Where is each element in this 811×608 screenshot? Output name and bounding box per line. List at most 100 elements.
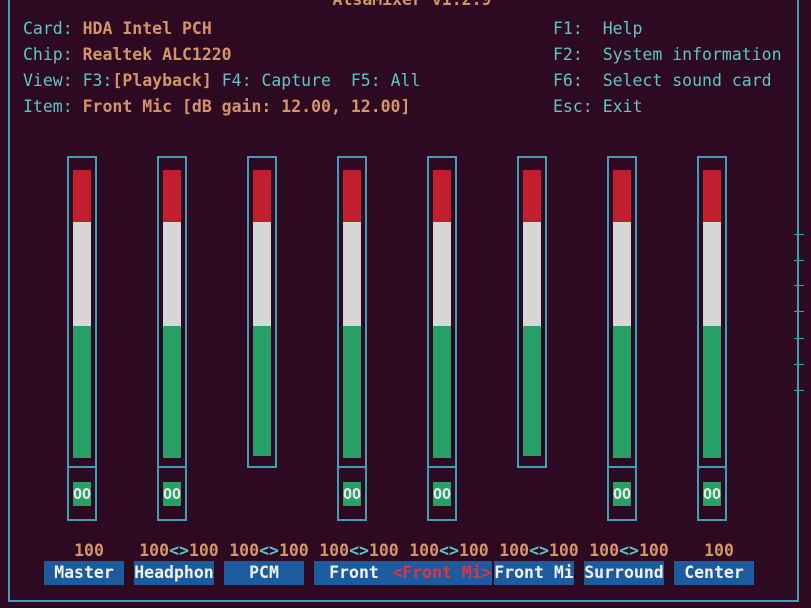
channel-front[interactable]: OO 100<>100 Front — [314, 156, 404, 600]
meter-low-segment — [433, 326, 451, 458]
level-separator: <> — [349, 541, 369, 560]
scroll-tick — [794, 338, 804, 339]
meter-high-segment — [433, 170, 451, 222]
mute-switch-box[interactable]: OO — [337, 468, 367, 521]
meter-low-segment — [613, 326, 631, 458]
view-f3-key[interactable]: F3: — [83, 71, 113, 90]
level-separator: <> — [439, 541, 459, 560]
scroll-tick — [794, 311, 804, 312]
channel-surround[interactable]: OO 100<>100 Surround — [584, 156, 674, 600]
scroll-tick — [794, 234, 804, 235]
channel-name-selected[interactable]: <Front Mi> — [392, 561, 492, 585]
help-text: Help — [602, 19, 643, 38]
mute-switch-box[interactable]: OO — [607, 468, 637, 521]
level-left: 100 — [139, 541, 170, 560]
volume-meter[interactable] — [337, 156, 367, 468]
level-left: 100 — [319, 541, 350, 560]
meter-mid-segment — [703, 222, 721, 326]
help-text: System information — [602, 45, 782, 64]
channel-master[interactable]: OO 100 Master — [44, 156, 134, 600]
level-right: 100 — [458, 541, 489, 560]
volume-level: 100<>100 — [494, 540, 584, 562]
mute-switch-box[interactable]: OO — [67, 468, 97, 521]
level-separator: <> — [259, 541, 279, 560]
channel-name[interactable]: Master — [44, 561, 124, 585]
volume-meter[interactable] — [157, 156, 187, 468]
level-separator: <> — [619, 541, 639, 560]
help-f1[interactable]: F1: Help — [553, 18, 642, 40]
mute-switch-box[interactable]: OO — [427, 468, 457, 521]
mute-switch[interactable]: OO — [163, 482, 181, 506]
meter-high-segment — [163, 170, 181, 222]
meter-mid-segment — [73, 222, 91, 326]
chip-value: Realtek ALC1220 — [82, 45, 232, 64]
channel-front-mic-selected[interactable]: OO 100<>100 <Front Mi> — [392, 156, 494, 600]
channel-name[interactable]: Front — [314, 561, 394, 585]
meter-mid-segment — [613, 222, 631, 326]
help-key: Esc: — [553, 97, 593, 116]
help-text: Select sound card — [602, 71, 772, 90]
volume-meter[interactable] — [697, 156, 727, 468]
volume-level: 100<>100 — [224, 540, 314, 562]
meter-low-segment — [343, 326, 361, 458]
view-all[interactable]: F5: All — [351, 71, 421, 90]
meter-high-segment — [343, 170, 361, 222]
mute-switch-box[interactable]: OO — [697, 468, 727, 521]
scroll-tick — [794, 390, 804, 391]
view-label: View: — [23, 71, 73, 90]
help-text: Exit — [602, 97, 643, 116]
volume-meter[interactable] — [607, 156, 637, 468]
volume-level: 100 — [674, 540, 764, 562]
volume-meter[interactable] — [67, 156, 97, 468]
channel-front-mic-boost[interactable]: 100<>100 Front Mi — [494, 156, 584, 600]
card-label: Card: — [23, 19, 73, 38]
channel-center[interactable]: OO 100 Center — [674, 156, 764, 600]
help-key: F1: — [553, 19, 583, 38]
scroll-tick — [794, 285, 804, 286]
view-playback[interactable]: [Playback] — [112, 71, 211, 90]
scroll-tick — [794, 364, 804, 365]
level-left: 100 — [229, 541, 260, 560]
level-mono: 100 — [74, 541, 104, 560]
meter-high-segment — [703, 170, 721, 222]
help-f6[interactable]: F6: Select sound card — [553, 70, 772, 92]
channel-name[interactable]: PCM — [224, 561, 304, 585]
meter-high-segment — [613, 170, 631, 222]
channel-name[interactable]: Headphon — [134, 561, 214, 585]
help-f2[interactable]: F2: System information — [553, 44, 782, 66]
help-key: F6: — [553, 71, 583, 90]
view-capture[interactable]: F4: Capture — [222, 71, 331, 90]
level-right: 100 — [638, 541, 669, 560]
volume-meter[interactable] — [427, 156, 457, 468]
level-right: 100 — [278, 541, 309, 560]
volume-level: 100<>100 — [584, 540, 674, 562]
mute-switch[interactable]: OO — [703, 482, 721, 506]
mute-switch[interactable]: OO — [343, 482, 361, 506]
app-title: AlsaMixer v1.2.9 — [321, 0, 503, 9]
chip-info: Chip: Realtek ALC1220 — [23, 44, 232, 66]
meter-high-segment — [253, 170, 271, 222]
view-info: View: F3:[Playback] F4: Capture F5: All — [23, 70, 420, 92]
help-esc[interactable]: Esc: Exit — [553, 96, 642, 118]
volume-meter[interactable] — [247, 156, 277, 468]
mute-switch[interactable]: OO — [433, 482, 451, 506]
meter-mid-segment — [433, 222, 451, 326]
channel-headphone[interactable]: OO 100<>100 Headphon — [134, 156, 224, 600]
meter-low-segment — [523, 326, 541, 456]
channel-pcm[interactable]: 100<>100 PCM — [224, 156, 314, 600]
level-left: 100 — [589, 541, 620, 560]
channel-name[interactable]: Surround — [584, 561, 664, 585]
meter-low-segment — [73, 326, 91, 458]
level-mono: 100 — [704, 541, 734, 560]
channel-name[interactable]: Center — [674, 561, 754, 585]
mute-switch[interactable]: OO — [613, 482, 631, 506]
channel-name[interactable]: Front Mi — [494, 561, 574, 585]
mute-switch[interactable]: OO — [73, 482, 91, 506]
mute-switch-box[interactable]: OO — [157, 468, 187, 521]
scroll-tick — [794, 260, 804, 261]
volume-meter[interactable] — [517, 156, 547, 468]
chip-label: Chip: — [23, 45, 73, 64]
level-right: 100 — [188, 541, 219, 560]
level-right: 100 — [548, 541, 579, 560]
volume-level: 100 — [44, 540, 134, 562]
